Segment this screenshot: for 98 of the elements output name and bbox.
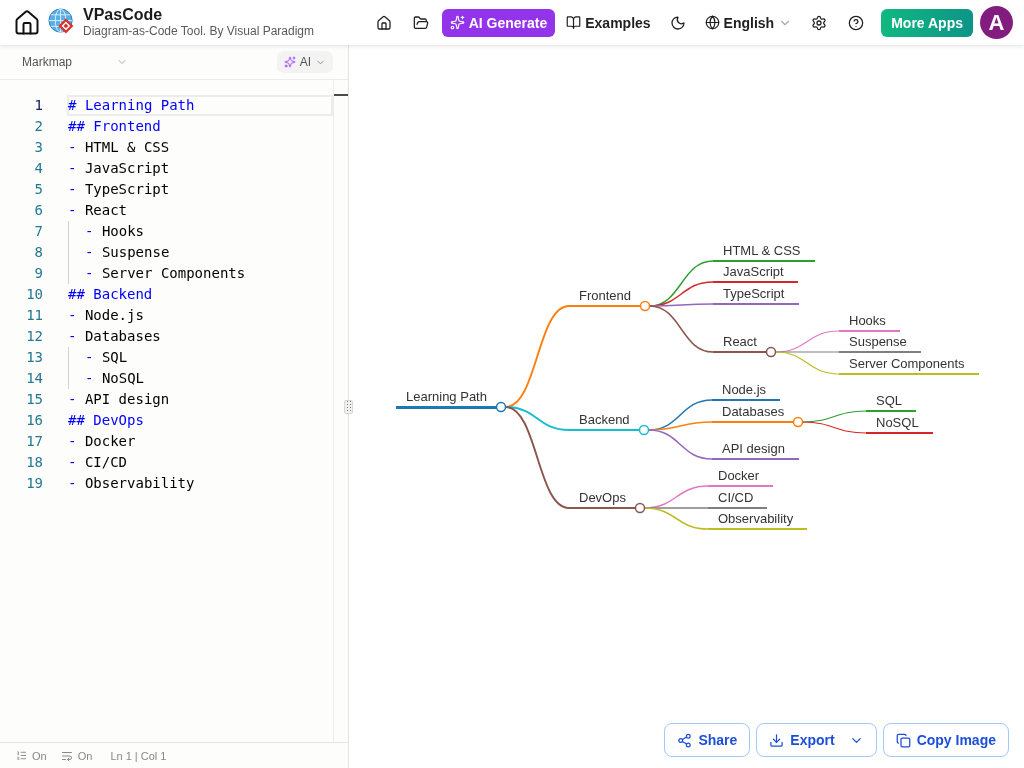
sparkle-icon: [449, 15, 465, 30]
node-label: JavaScript: [723, 264, 784, 279]
node-label: API design: [722, 441, 785, 456]
node-ring-icon[interactable]: [638, 424, 650, 436]
line-number: 8: [33, 243, 43, 262]
code-line: ## Backend: [67, 285, 153, 304]
language-select[interactable]: English: [698, 6, 799, 39]
line-number: 9: [33, 264, 43, 283]
line-number: 19: [25, 474, 43, 493]
node-label: SQL: [876, 393, 902, 408]
node-ring-icon[interactable]: [765, 346, 777, 358]
node-ring-icon[interactable]: [639, 300, 651, 312]
line-number: 10: [25, 285, 43, 304]
scroll-position-marker: [334, 94, 348, 96]
branch-connectors: [647, 399, 713, 460]
node-label: Docker: [718, 468, 760, 483]
line-number: 2: [33, 117, 43, 136]
code-line: - SQL: [84, 348, 128, 367]
node-label: TypeScript: [723, 286, 785, 301]
node-label: Hooks: [849, 313, 886, 328]
ai-generate-button[interactable]: AI Generate: [441, 8, 556, 37]
node-label: DevOps: [579, 490, 626, 505]
line-number: 16: [25, 411, 43, 430]
code-line: - Observability: [67, 474, 195, 493]
folder-icon: [412, 14, 429, 31]
node-label: NoSQL: [876, 415, 919, 430]
help-icon: [848, 14, 865, 31]
line-number: 3: [33, 138, 43, 157]
node-label: React: [723, 334, 757, 349]
code-line: - TypeScript: [67, 180, 170, 199]
wrap-text-icon: [60, 749, 73, 762]
line-number: 7: [33, 222, 43, 241]
copy-icon: [895, 732, 911, 748]
code-line: - Server Components: [84, 264, 246, 283]
cursor-position: Ln 1 | Col 1: [110, 749, 167, 762]
numbered-list-icon: [16, 750, 27, 761]
line-number: 18: [25, 453, 43, 472]
code-line: ## Frontend: [67, 117, 161, 136]
house-icon: [13, 8, 41, 37]
share-icon: [677, 732, 693, 748]
app-tagline: Diagram-as-Code Tool. By Visual Paradigm: [83, 24, 314, 39]
copy-image-button[interactable]: Copy Image: [882, 723, 1009, 757]
user-avatar[interactable]: A: [980, 6, 1013, 39]
line-number: 5: [33, 180, 43, 199]
download-icon: [769, 732, 785, 748]
node-label: Node.js: [722, 382, 767, 397]
node-ring-icon[interactable]: [634, 502, 646, 514]
node-ring-icon[interactable]: [495, 401, 507, 413]
node-label: Databases: [722, 404, 785, 419]
code-line: - NoSQL: [84, 369, 145, 388]
node-label: Server Components: [849, 356, 965, 371]
node-label: CI/CD: [718, 490, 754, 505]
node-label: HTML & CSS: [723, 243, 801, 258]
book-icon: [566, 15, 582, 30]
node-ring-icon[interactable]: [792, 416, 804, 428]
export-button[interactable]: Export: [756, 723, 877, 757]
examples-button[interactable]: Examples: [560, 6, 657, 39]
code-line: - CI/CD: [67, 453, 128, 472]
globe-icon: [704, 15, 720, 30]
app-name: VPasCode: [83, 6, 164, 24]
line-number: 11: [25, 306, 43, 325]
line-number: 1: [33, 96, 43, 115]
code-line: # Learning Path: [67, 96, 195, 115]
code-line: - Docker: [67, 432, 136, 451]
settings-icon: [811, 14, 828, 31]
word-wrap-toggle[interactable]: On: [60, 749, 93, 762]
node-label: Observability: [718, 511, 794, 526]
code-line: - HTML & CSS: [67, 138, 170, 157]
code-line: - React: [67, 201, 128, 220]
line-number: 12: [25, 327, 43, 346]
node-label: Learning Path: [406, 389, 487, 404]
branch-connectors: [643, 485, 709, 530]
code-line: - Databases: [67, 327, 161, 346]
line-number: 14: [25, 369, 43, 388]
line-number: 17: [25, 432, 43, 451]
line-numbers-toggle[interactable]: On: [16, 749, 47, 762]
line-number: 4: [33, 159, 43, 178]
line-number: 6: [33, 201, 43, 220]
moon-icon: [669, 14, 686, 31]
node-label: Frontend: [579, 288, 632, 303]
code-line: - Hooks: [84, 222, 145, 241]
diagram-type-select[interactable]: Markmap: [22, 50, 128, 74]
code-line: - Suspense: [84, 243, 170, 262]
line-number: 15: [25, 390, 43, 409]
line-number: 13: [25, 348, 43, 367]
ai-menu-button[interactable]: AI: [276, 51, 333, 73]
code-line: - JavaScript: [67, 159, 170, 178]
sparkle-icon: [283, 56, 296, 68]
node-label: Backend: [579, 412, 630, 427]
branch-connectors: [801, 410, 867, 434]
resize-handle[interactable]: [344, 399, 353, 414]
house-icon: [375, 14, 392, 31]
code-line: ## DevOps: [67, 411, 144, 430]
node-label: Suspense: [849, 334, 907, 349]
code-line: - Node.js: [67, 306, 144, 325]
share-button[interactable]: Share: [664, 723, 751, 757]
code-line: - API design: [67, 390, 170, 409]
branch-connectors: [774, 330, 840, 375]
